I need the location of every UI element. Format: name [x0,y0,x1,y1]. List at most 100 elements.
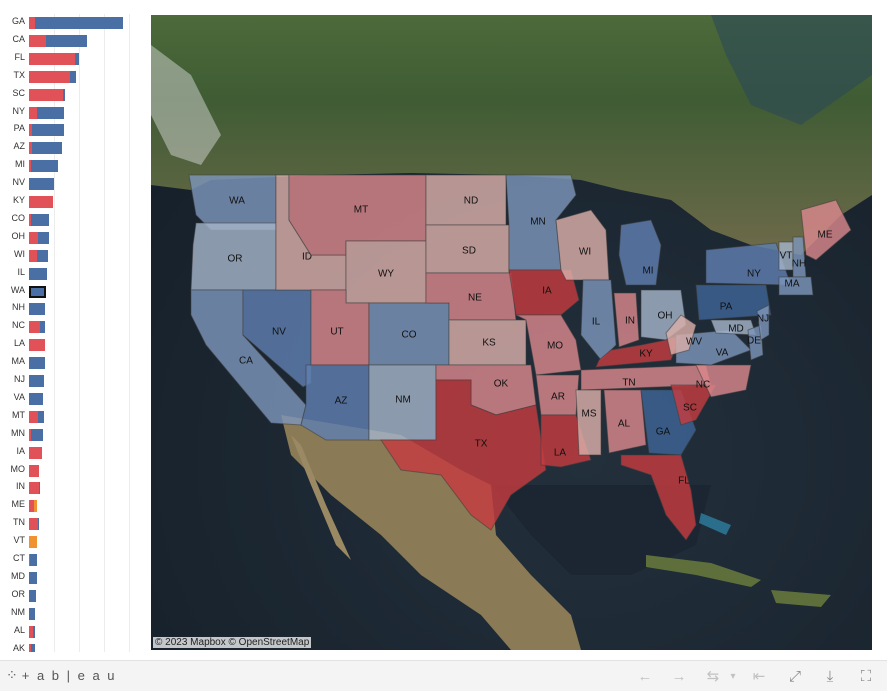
state-ar[interactable]: AR [535,374,580,416]
bar-red-tx[interactable] [29,70,70,83]
pause-button[interactable]: ⇤ [748,665,770,687]
bar-row-oh[interactable]: OH [0,229,140,247]
state-al[interactable]: AL [603,389,647,454]
bar-row-mt[interactable]: MT [0,408,140,426]
bar-row-la[interactable]: LA [0,336,140,354]
bar-blue-sc[interactable] [63,88,65,101]
bar-red-tn[interactable] [29,518,38,531]
bar-row-tx[interactable]: TX [0,68,140,86]
state-or[interactable]: OR [190,222,277,291]
bar-blue-fl[interactable] [75,52,79,65]
bar-blue-oh[interactable] [38,231,49,244]
bar-row-ny[interactable]: NY [0,104,140,122]
state-mi[interactable]: MI [618,219,662,286]
bar-row-ca[interactable]: CA [0,32,140,50]
bar-blue-ny[interactable] [37,106,64,119]
bar-blue-ak[interactable] [31,643,35,652]
bar-blue-az[interactable] [32,142,62,155]
bar-row-nc[interactable]: NC [0,318,140,336]
bar-row-ct[interactable]: CT [0,551,140,569]
state-shape-vt[interactable] [778,241,794,271]
bar-blue-nc[interactable] [40,321,45,334]
bar-row-mn[interactable]: MN [0,426,140,444]
bar-row-ma[interactable]: MA [0,354,140,372]
bar-red-nc[interactable] [29,321,40,334]
state-shape-ny[interactable] [705,242,792,286]
bar-row-sc[interactable]: SC [0,86,140,104]
bar-row-al[interactable]: AL [0,623,140,641]
bar-blue-wa[interactable] [29,285,46,298]
bar-row-nm[interactable]: NM [0,605,140,623]
state-shape-nm[interactable] [368,364,437,441]
bar-blue-pa[interactable] [32,124,64,137]
undo-button[interactable]: ← [634,665,656,687]
bar-orange-me[interactable] [34,500,37,513]
state-co[interactable]: CO [368,302,450,366]
state-shape-nd[interactable] [425,174,507,226]
bar-row-mi[interactable]: MI [0,157,140,175]
bar-blue-or[interactable] [29,589,36,602]
bar-red-mo[interactable] [29,464,39,477]
bar-row-wi[interactable]: WI [0,247,140,265]
state-shape-in[interactable] [613,292,640,348]
state-vt[interactable]: VT [778,241,794,271]
bar-red-ca[interactable] [29,34,46,47]
revert-menu-button[interactable]: ▾ [728,665,738,687]
bar-row-va[interactable]: VA [0,390,140,408]
bar-blue-nv[interactable] [29,178,54,191]
bar-row-vt[interactable]: VT [0,533,140,551]
bar-blue-co[interactable] [31,213,49,226]
bar-red-mt[interactable] [29,410,38,423]
bar-row-wa[interactable]: WA [0,283,140,301]
redo-button[interactable]: → [668,665,690,687]
state-shape-wa[interactable] [188,174,277,231]
bar-red-oh[interactable] [29,231,38,244]
state-wa[interactable]: WA [188,174,277,231]
map-svg[interactable]: WAORCANVIDMTWYUTAZCONMNDSDNEKSOKTXMNIAMO… [151,15,872,650]
map-attribution[interactable]: © 2023 Mapbox © OpenStreetMap [153,637,312,648]
bar-row-or[interactable]: OR [0,587,140,605]
bar-red-fl[interactable] [29,52,75,65]
bar-row-ky[interactable]: KY [0,193,140,211]
bar-row-nj[interactable]: NJ [0,372,140,390]
bar-row-nv[interactable]: NV [0,175,140,193]
state-nd[interactable]: ND [425,174,507,226]
state-shape-ms[interactable] [575,389,602,456]
bar-blue-ca[interactable] [46,34,87,47]
bar-blue-ct[interactable] [30,554,37,566]
bar-row-ak[interactable]: AK [0,641,140,652]
bar-orange-vt[interactable] [29,536,37,549]
state-shape-mi[interactable] [618,219,662,286]
us-state-map[interactable]: WA OR CA NV ID MT WY UT AZ CO NM ND SD NE KS OK TX MN IA MO… [151,15,872,650]
download-button[interactable]: ⤓ [819,665,841,687]
bar-red-ny[interactable] [29,106,37,119]
state-nm[interactable]: NM [368,364,437,441]
bar-row-ga[interactable]: GA [0,14,140,32]
bar-red-la[interactable] [29,339,45,352]
state-shape-or[interactable] [190,222,277,291]
bar-row-nh[interactable]: NH [0,300,140,318]
bar-row-fl[interactable]: FL [0,50,140,68]
bar-red-sc[interactable] [29,88,63,101]
share-button[interactable]: ⤢ [784,665,806,687]
bar-row-co[interactable]: CO [0,211,140,229]
bar-blue-tn[interactable] [38,518,39,531]
state-az[interactable]: AZ [300,364,370,441]
bar-row-md[interactable]: MD [0,569,140,587]
bar-row-in[interactable]: IN [0,479,140,497]
state-shape-wy[interactable] [345,240,427,304]
bar-row-me[interactable]: ME [0,497,140,515]
bar-blue-nm[interactable] [29,607,35,620]
state-ny[interactable]: NY [705,242,792,286]
bar-row-az[interactable]: AZ [0,139,140,157]
bar-blue-mi[interactable] [31,160,58,173]
bar-blue-tx[interactable] [70,70,76,83]
bar-blue-ma[interactable] [29,357,45,370]
bar-blue-nh[interactable] [29,303,45,316]
bar-blue-va[interactable] [29,392,43,405]
bar-blue-nj[interactable] [29,375,44,387]
bar-row-mo[interactable]: MO [0,462,140,480]
state-ms[interactable]: MS [575,389,602,456]
bar-blue-mt[interactable] [38,410,44,423]
state-ma[interactable]: MA [778,276,814,296]
